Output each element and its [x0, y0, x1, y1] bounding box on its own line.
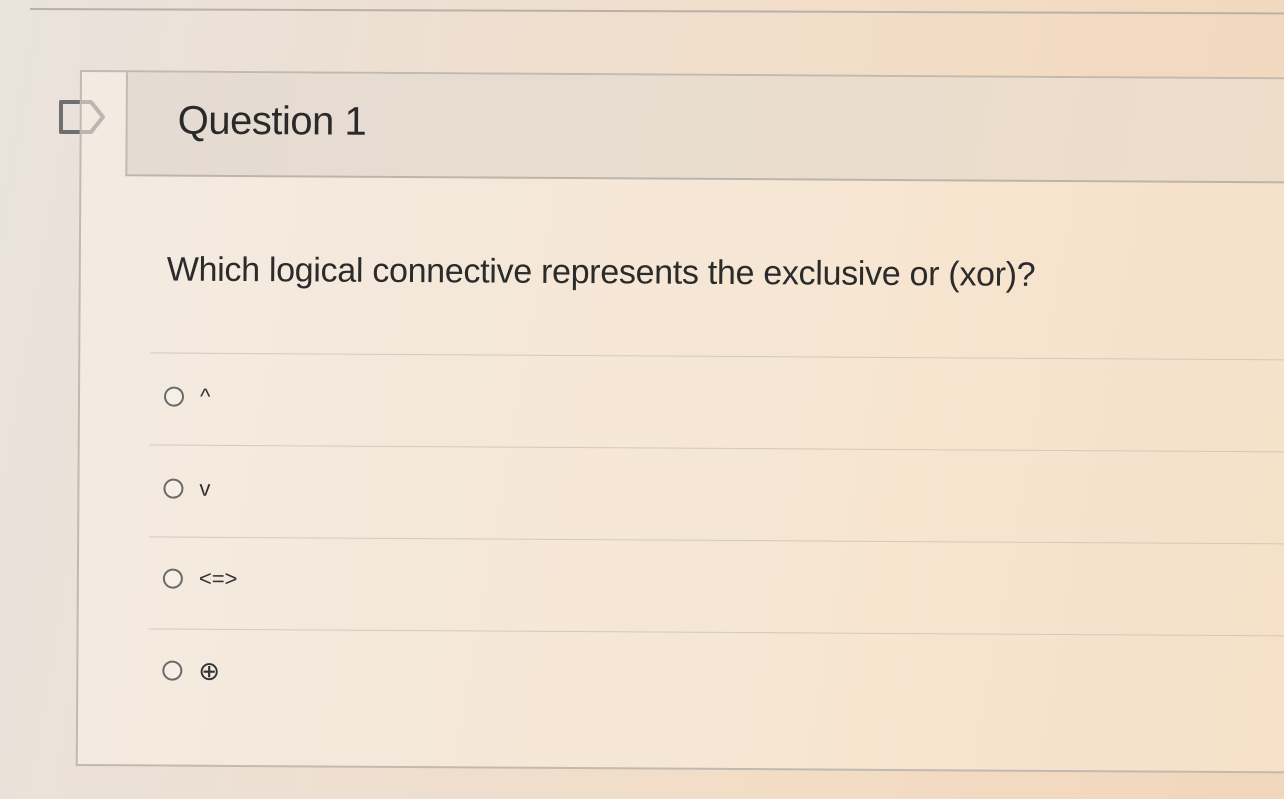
- answer-divider: [149, 536, 1284, 545]
- question-title: Question 1: [177, 98, 367, 144]
- answer-label[interactable]: ⊕: [198, 655, 220, 686]
- question-header: Question 1: [125, 72, 1284, 184]
- answer-divider: [150, 352, 1284, 361]
- answer-radio[interactable]: [162, 660, 183, 681]
- answer-option-2[interactable]: v: [163, 469, 211, 509]
- answer-option-4[interactable]: ⊕: [162, 651, 220, 691]
- answer-option-3[interactable]: <=>: [162, 559, 238, 599]
- question-card: Question 1 Which logical connective repr…: [75, 70, 1284, 774]
- answer-radio[interactable]: [163, 478, 184, 499]
- answer-label[interactable]: v: [199, 476, 210, 502]
- answer-option-1[interactable]: ^: [163, 377, 211, 417]
- answer-divider: [149, 444, 1284, 453]
- answer-radio[interactable]: [162, 568, 183, 589]
- question-prompt: Which logical connective represents the …: [166, 250, 1036, 294]
- page-top-divider: [29, 8, 1284, 15]
- answer-label[interactable]: ^: [200, 384, 210, 410]
- answer-divider: [148, 628, 1284, 637]
- answer-label[interactable]: <=>: [199, 566, 238, 592]
- answer-radio[interactable]: [163, 386, 185, 407]
